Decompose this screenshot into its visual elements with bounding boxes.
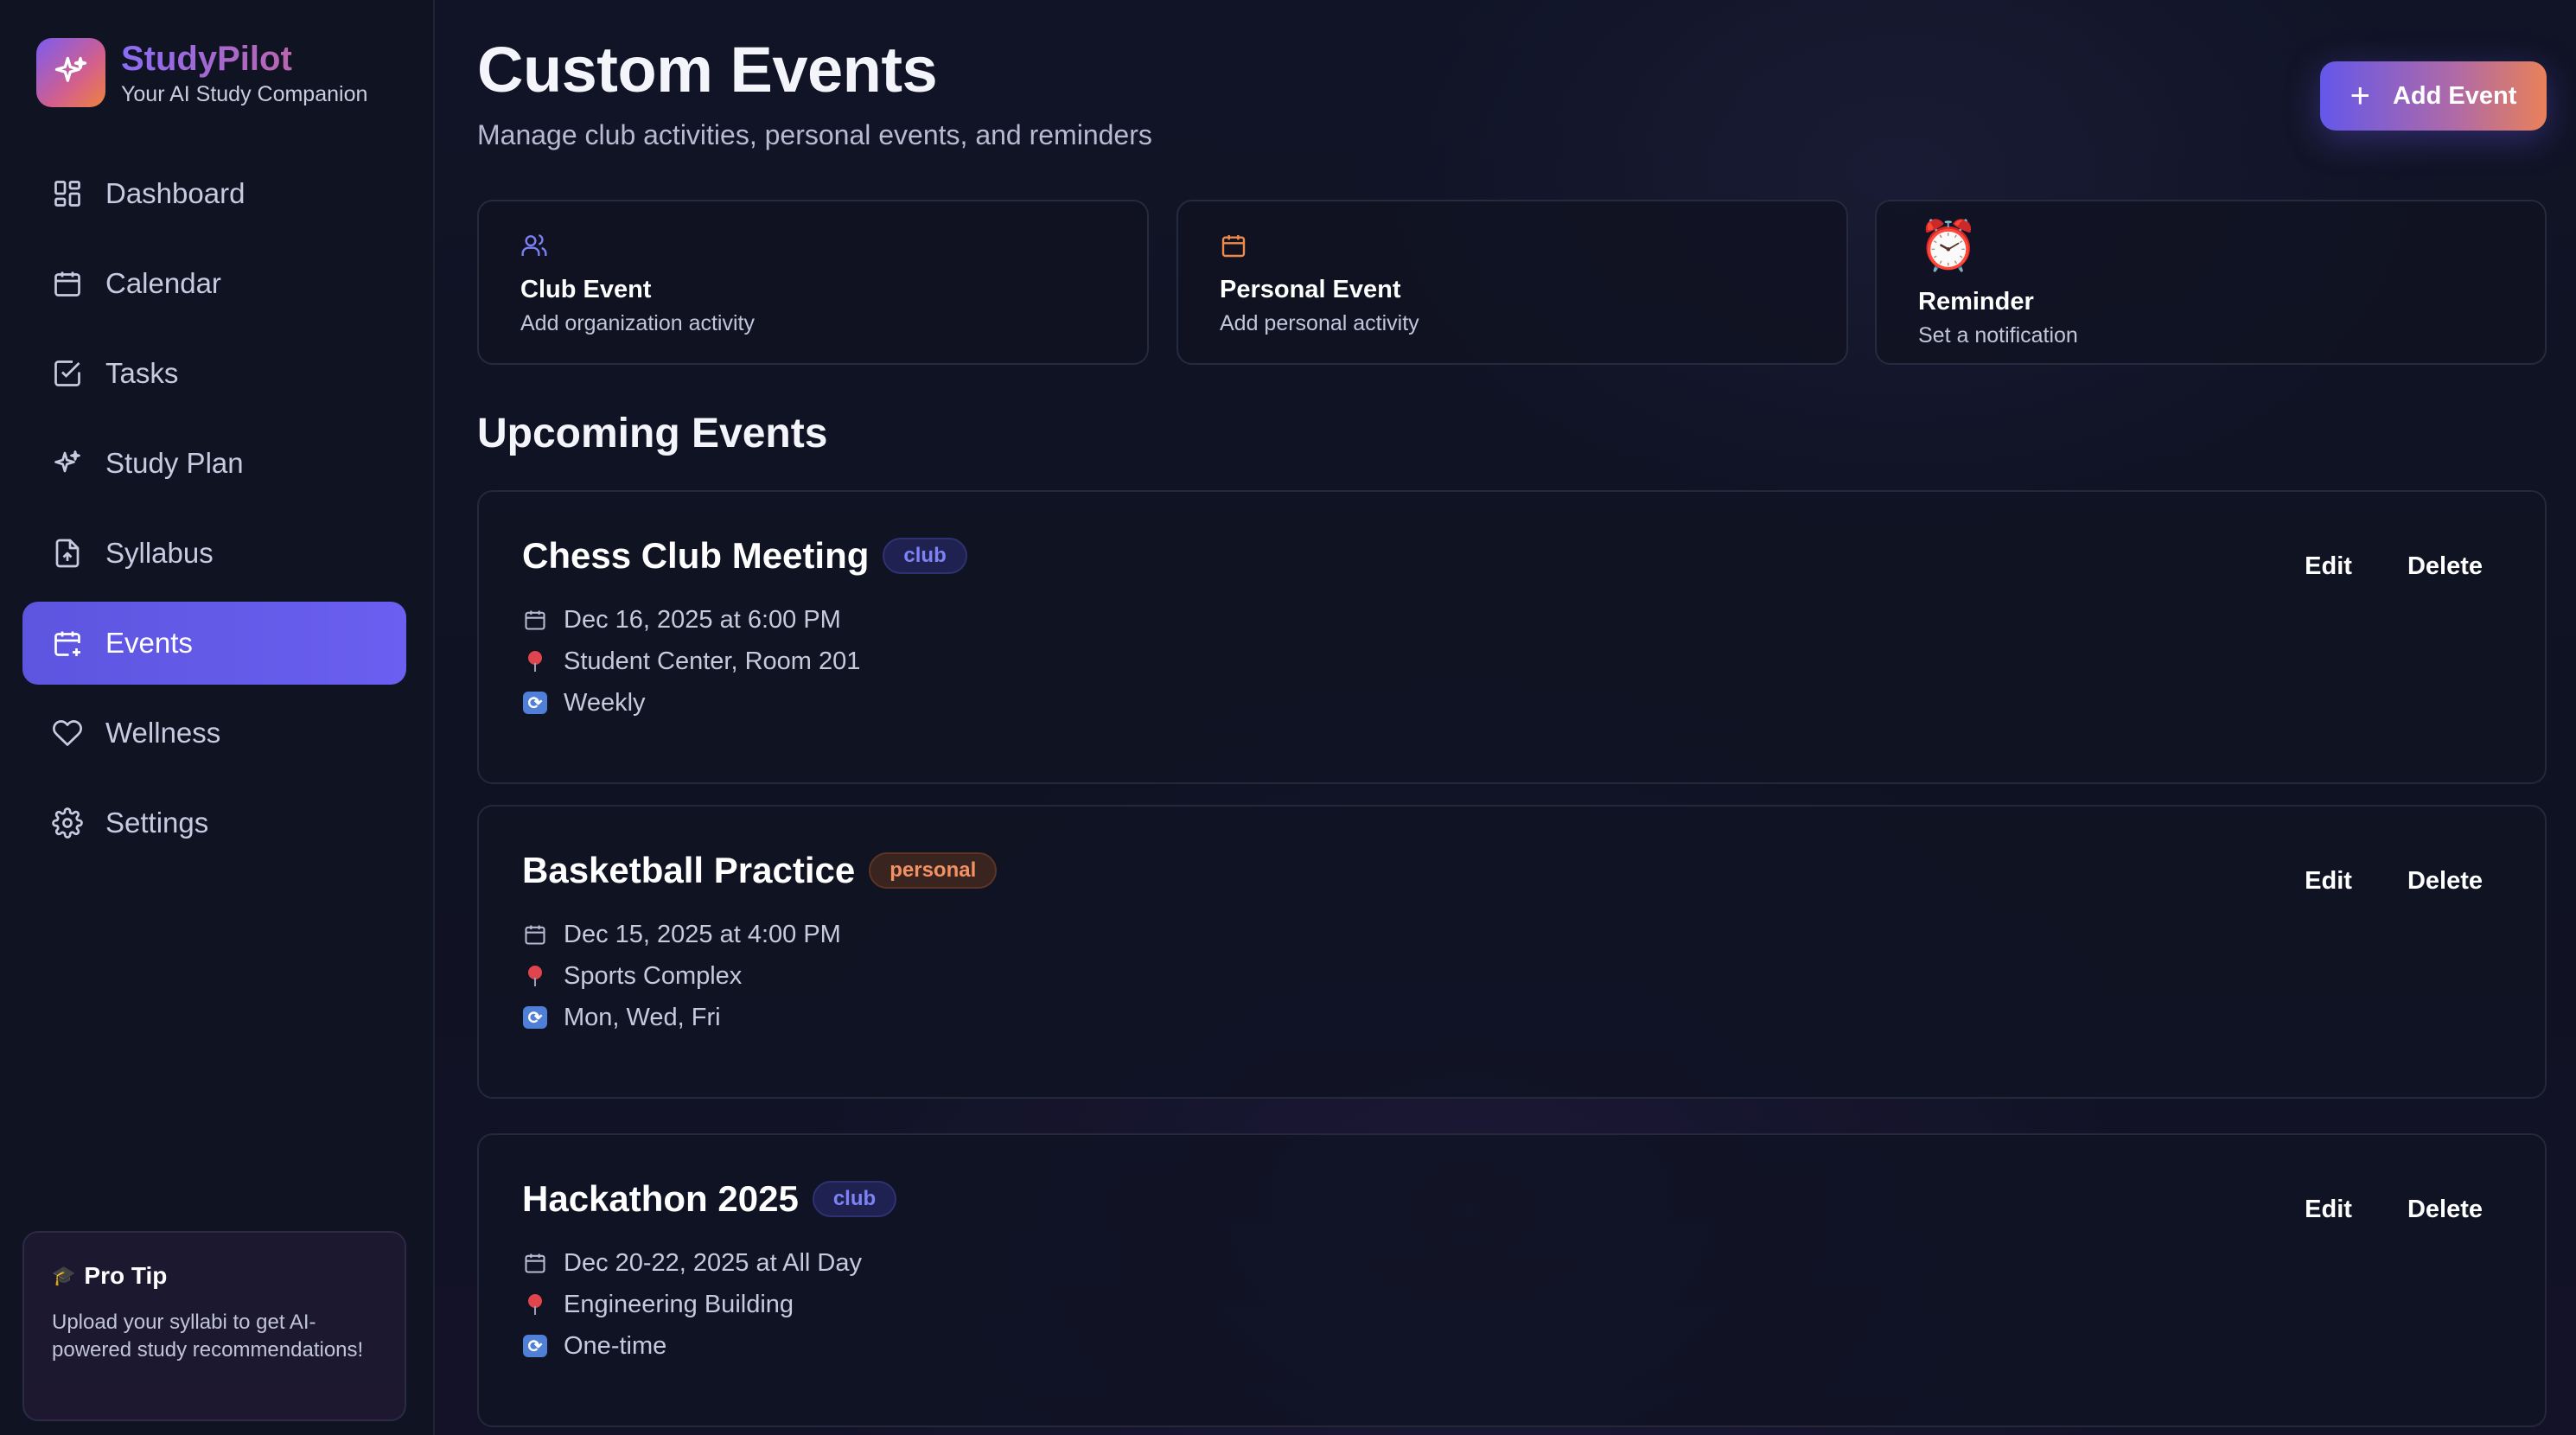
pro-tip-body: Upload your syllabi to get AI-powered st… — [52, 1311, 364, 1362]
checkbox-icon — [50, 356, 85, 391]
sidebar-item-label: Calendar — [105, 267, 221, 299]
calendar-icon — [522, 607, 548, 633]
quick-add-subtitle: Add organization activity — [520, 311, 755, 335]
sidebar-item-syllabus[interactable]: Syllabus — [22, 512, 406, 595]
delete-button[interactable]: Delete — [2407, 1196, 2483, 1224]
edit-button[interactable]: Edit — [2305, 867, 2352, 896]
alarm-clock-icon: ⏰ — [1918, 218, 1979, 272]
sidebar-item-tasks[interactable]: Tasks — [22, 332, 406, 415]
repeat-icon: ⟳ — [522, 1004, 548, 1030]
calendar-icon — [522, 1250, 548, 1276]
event-type-badge: club — [883, 538, 967, 574]
sidebar-item-label: Settings — [105, 807, 209, 839]
pin-icon — [522, 648, 548, 674]
event-datetime: Dec 16, 2025 at 6:00 PM — [564, 605, 841, 634]
calendar-icon — [50, 266, 85, 301]
pro-tip-card: 🎓 Pro Tip Upload your syllabi to get AI-… — [22, 1231, 406, 1421]
event-card: Hackathon 2025 club Dec 20-22, 2025 at A… — [477, 1133, 2547, 1427]
sidebar-item-label: Dashboard — [105, 177, 245, 209]
quick-add-subtitle: Set a notification — [1918, 323, 2078, 348]
calendar-icon — [1220, 231, 1805, 260]
sidebar-item-label: Syllabus — [105, 537, 214, 569]
event-card: Basketball Practice personal Dec 15, 202… — [477, 805, 2547, 1099]
sidebar-item-study-plan[interactable]: Study Plan — [22, 422, 406, 505]
page-title: Custom Events — [477, 34, 938, 105]
brand-name: StudyPilot — [121, 39, 367, 79]
brand[interactable]: StudyPilot Your AI Study Companion — [36, 38, 367, 107]
event-recurrence: Mon, Wed, Fri — [564, 1003, 721, 1031]
event-location: Engineering Building — [564, 1290, 794, 1318]
graduation-cap-icon: 🎓 — [52, 1265, 76, 1286]
event-title: Hackathon 2025 — [522, 1178, 799, 1219]
upcoming-events-title: Upcoming Events — [477, 411, 828, 456]
delete-button[interactable]: Delete — [2407, 867, 2483, 896]
sidebar-item-events[interactable]: Events — [22, 602, 406, 685]
sidebar-nav: Dashboard Calendar Tasks Study Plan Syll… — [22, 152, 406, 871]
sidebar: StudyPilot Your AI Study Companion Dashb… — [0, 0, 435, 1435]
edit-button[interactable]: Edit — [2305, 552, 2352, 581]
reminder-card[interactable]: ⏰ Reminder Set a notification — [1875, 200, 2547, 365]
quick-add-title: Club Event — [520, 276, 652, 303]
add-event-label: Add Event — [2392, 81, 2517, 110]
pro-tip-title: Pro Tip — [84, 1262, 168, 1289]
sparkle-logo-icon — [36, 38, 105, 107]
delete-button[interactable]: Delete — [2407, 552, 2483, 581]
event-title: Basketball Practice — [522, 850, 856, 890]
pin-icon — [522, 963, 548, 989]
calendar-plus-icon — [50, 626, 85, 660]
sidebar-item-label: Events — [105, 627, 193, 659]
gear-icon — [50, 806, 85, 840]
quick-add-title: Personal Event — [1220, 276, 1401, 303]
sidebar-item-dashboard[interactable]: Dashboard — [22, 152, 406, 235]
event-location: Sports Complex — [564, 961, 743, 990]
event-card: Chess Club Meeting club Dec 16, 2025 at … — [477, 490, 2547, 784]
page-subtitle: Manage club activities, personal events,… — [477, 119, 1152, 150]
add-event-button[interactable]: + Add Event — [2320, 61, 2547, 131]
plus-icon: + — [2350, 77, 2370, 115]
event-type-badge: personal — [869, 852, 998, 889]
event-recurrence: One-time — [564, 1331, 667, 1360]
quick-add-subtitle: Add personal activity — [1220, 311, 1419, 335]
sidebar-item-settings[interactable]: Settings — [22, 781, 406, 864]
sidebar-item-label: Study Plan — [105, 447, 244, 479]
sidebar-item-calendar[interactable]: Calendar — [22, 242, 406, 325]
sidebar-item-label: Wellness — [105, 717, 221, 749]
heart-icon — [50, 716, 85, 750]
personal-event-card[interactable]: Personal Event Add personal activity — [1176, 200, 1848, 365]
sparkle-icon — [50, 446, 85, 481]
repeat-icon: ⟳ — [522, 1333, 548, 1359]
event-recurrence: Weekly — [564, 688, 646, 717]
calendar-icon — [522, 922, 548, 947]
club-event-card[interactable]: Club Event Add organization activity — [477, 200, 1149, 365]
edit-button[interactable]: Edit — [2305, 1196, 2352, 1224]
pin-icon — [522, 1292, 548, 1317]
grid-icon — [50, 176, 85, 211]
brand-tagline: Your AI Study Companion — [121, 81, 368, 106]
sidebar-item-wellness[interactable]: Wellness — [22, 692, 406, 775]
file-upload-icon — [50, 536, 85, 571]
event-datetime: Dec 15, 2025 at 4:00 PM — [564, 920, 841, 948]
event-location: Student Center, Room 201 — [564, 647, 861, 675]
event-datetime: Dec 20-22, 2025 at All Day — [564, 1248, 862, 1277]
event-title: Chess Club Meeting — [522, 535, 870, 576]
repeat-icon: ⟳ — [522, 690, 548, 716]
users-icon — [520, 231, 1106, 260]
quick-add-title: Reminder — [1918, 288, 2034, 316]
event-type-badge: club — [812, 1181, 897, 1217]
sidebar-item-label: Tasks — [105, 357, 179, 389]
